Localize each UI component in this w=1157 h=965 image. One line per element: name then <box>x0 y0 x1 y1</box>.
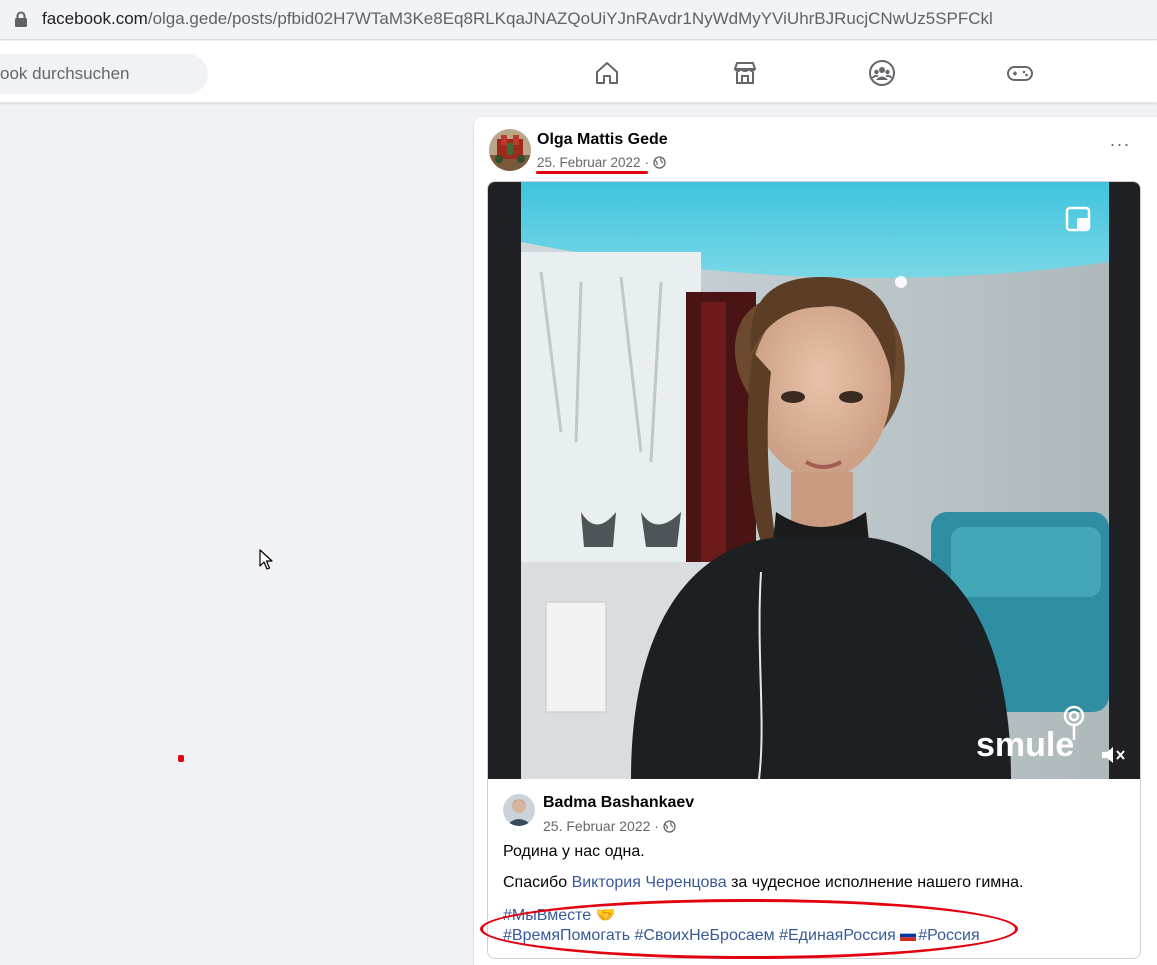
video-player[interactable]: smule <box>488 182 1140 779</box>
red-oval-annotation <box>480 899 1018 959</box>
picture-in-picture-icon[interactable] <box>1063 204 1093 234</box>
mentioned-person-link[interactable]: Виктория Черенцова <box>572 874 727 891</box>
meta-separator: · <box>644 155 650 170</box>
url-text[interactable]: facebook.com/olga.gede/posts/pfbid02H7WT… <box>42 9 993 29</box>
smule-watermark: smule <box>976 705 1085 762</box>
search-input[interactable] <box>0 54 200 94</box>
marketplace-icon[interactable] <box>731 59 759 87</box>
shared-author-avatar[interactable] <box>503 794 535 826</box>
post-text-line-1: Родина у нас одна. <box>503 843 645 860</box>
text-span: Спасибо <box>503 874 572 891</box>
post-meta: 25. Februar 2022 · <box>537 155 666 170</box>
shared-post: smule Badma Bashankaev 25. Februar 2022 … <box>487 181 1141 959</box>
globe-icon[interactable] <box>653 156 666 169</box>
url-path: /olga.gede/posts/pfbid02H7WTaM3Ke8Eq8RLK… <box>147 9 993 28</box>
post-text-line-2: Спасибо Виктория Черенцова за чудесное и… <box>503 874 1023 892</box>
home-icon[interactable] <box>593 59 621 87</box>
video-frame-image <box>521 182 1109 779</box>
shared-author-name[interactable]: Badma Bashankaev <box>543 794 694 812</box>
meta-separator: · <box>654 818 660 834</box>
search-box[interactable] <box>0 54 208 94</box>
muted-speaker-icon[interactable] <box>1100 744 1126 766</box>
facebook-top-nav <box>0 41 1157 103</box>
more-options-button[interactable]: ··· <box>1108 135 1132 159</box>
browser-address-bar[interactable]: facebook.com/olga.gede/posts/pfbid02H7WT… <box>0 0 1157 40</box>
lock-icon <box>15 11 27 27</box>
author-avatar[interactable] <box>489 129 531 171</box>
url-host: facebook.com <box>42 9 148 28</box>
red-annotation-dot <box>178 755 184 762</box>
shared-post-date[interactable]: 25. Februar 2022 <box>543 818 650 834</box>
mouse-cursor-icon <box>259 549 273 570</box>
red-underline-annotation <box>536 171 648 174</box>
post-author-name[interactable]: Olga Mattis Gede <box>537 131 668 149</box>
svg-text:smule: smule <box>976 726 1074 762</box>
shared-post-meta: 25. Februar 2022 · <box>543 818 676 834</box>
post-date[interactable]: 25. Februar 2022 <box>537 155 641 170</box>
gaming-icon[interactable] <box>1006 59 1034 87</box>
groups-icon[interactable] <box>868 59 896 87</box>
text-span: за чудесное исполнение нашего гимна. <box>726 874 1024 891</box>
post-card: Olga Mattis Gede 25. Februar 2022 · ··· <box>474 117 1157 965</box>
globe-icon[interactable] <box>663 819 676 833</box>
